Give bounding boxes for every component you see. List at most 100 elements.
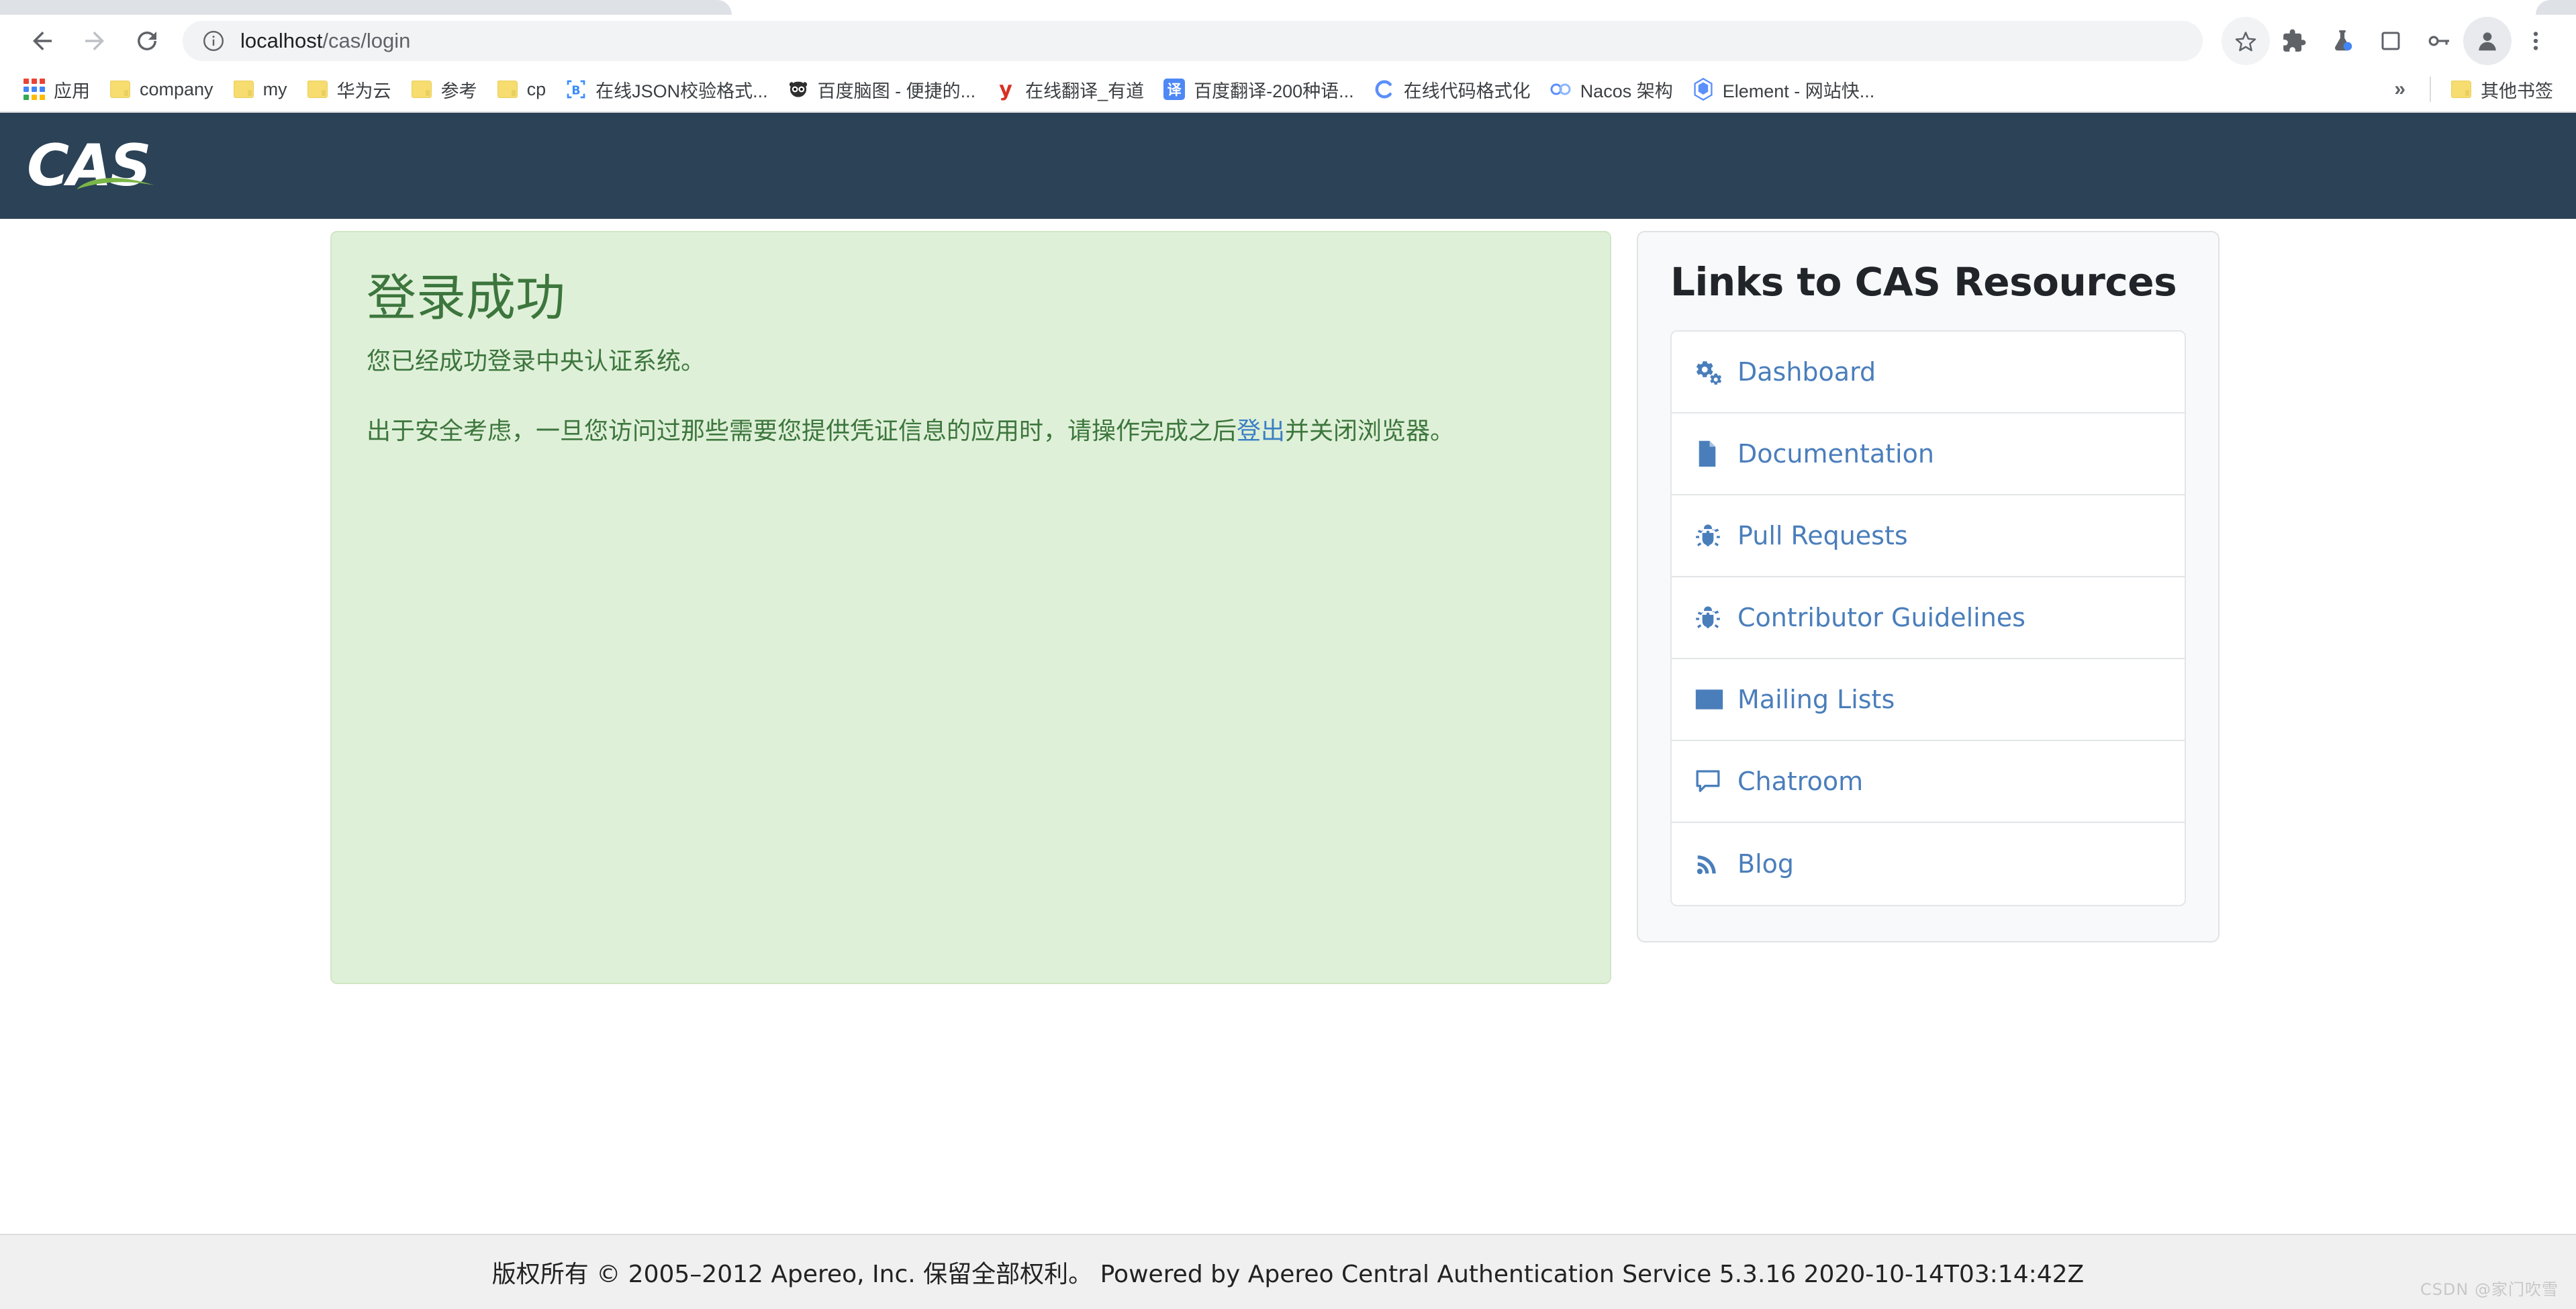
folder-icon	[232, 78, 255, 101]
bejson-b-icon: B	[565, 78, 587, 101]
success-subtitle: 您已经成功登录中央认证系统。	[367, 348, 706, 376]
svg-text:y: y	[999, 78, 1012, 101]
content-area: 登录成功 您已经成功登录中央认证系统。 出于安全考虑，一旦您访问过那些需要您提供…	[0, 219, 2576, 984]
experiments-flask-icon[interactable]	[2318, 17, 2367, 65]
youdao-y-icon: y	[994, 78, 1017, 101]
bookmark-huaweicloud[interactable]: 华为云	[297, 70, 401, 108]
cas-resources-panel: Links to CAS Resources Dashboard Documen…	[1637, 231, 2220, 942]
active-tab[interactable]	[0, 0, 732, 15]
footer-copyright: 版权所有 © 2005–2012 Apereo, Inc. 保留全部权利。 Po…	[491, 1261, 2085, 1288]
resource-link-contributor-guidelines[interactable]: Contributor Guidelines	[1672, 577, 2185, 659]
bookmarks-divider	[2430, 77, 2431, 102]
login-success-panel: 登录成功 您已经成功登录中央认证系统。 出于安全考虑，一旦您访问过那些需要您提供…	[330, 231, 1611, 984]
bookmark-label: 其他书签	[2481, 81, 2553, 101]
bug-icon	[1695, 522, 1732, 550]
extensions-puzzle-icon[interactable]	[2270, 17, 2318, 65]
bookmark-label: 百度翻译-200种语...	[1194, 81, 1354, 101]
security-note-before: 出于安全考虑，一旦您访问过那些需要您提供凭证信息的应用时，请操作完成之后	[367, 418, 1237, 446]
bookmark-label: Element - 网站快...	[1722, 81, 1875, 101]
bookmarks-overflow-button[interactable]: »	[2379, 78, 2420, 101]
code-format-c-icon	[1373, 78, 1396, 101]
tab-strip	[0, 0, 2576, 15]
bookmarks-bar: 应用 company my 华为云 参考 cp B 在线JSON校验格式... …	[0, 67, 2576, 113]
resource-link-mailing-lists[interactable]: Mailing Lists	[1672, 659, 2185, 741]
bookmark-label: 百度脑图 - 便捷的...	[817, 81, 976, 101]
folder-icon	[306, 78, 329, 101]
bookmark-nacos[interactable]: Nacos 架构	[1540, 70, 1682, 108]
file-document-icon	[1695, 440, 1732, 468]
url-path: /cas/login	[322, 29, 411, 52]
bug-icon	[1695, 603, 1732, 632]
bookmark-star-icon[interactable]	[2222, 17, 2270, 65]
comment-outline-icon	[1695, 768, 1732, 795]
cas-logo-text: CAS	[27, 132, 152, 199]
bookmark-company[interactable]: company	[99, 70, 223, 108]
reload-button[interactable]	[121, 15, 173, 67]
bookmark-youdao[interactable]: y 在线翻译_有道	[985, 70, 1153, 108]
tab-strip-right-edge	[2536, 0, 2576, 15]
bookmark-label: 在线代码格式化	[1403, 81, 1531, 101]
resource-link-label: Pull Requests	[1737, 521, 1908, 550]
forward-button[interactable]	[68, 15, 121, 67]
bookmark-label: Nacos 架构	[1580, 81, 1673, 101]
password-key-icon[interactable]	[2415, 17, 2463, 65]
back-button[interactable]	[16, 15, 68, 67]
resource-link-chatroom[interactable]: Chatroom	[1672, 741, 2185, 823]
resource-link-label: Blog	[1737, 849, 1794, 879]
folder-icon	[496, 78, 519, 101]
bookmark-baidu-naotu[interactable]: 百度脑图 - 便捷的...	[777, 70, 986, 108]
resource-link-label: Mailing Lists	[1737, 685, 1895, 714]
envelope-icon	[1695, 688, 1732, 711]
baidu-fanyi-icon: 译	[1163, 78, 1186, 101]
svg-text:B: B	[571, 84, 580, 97]
resource-link-label: Dashboard	[1737, 357, 1876, 387]
chrome-menu-icon[interactable]	[2512, 17, 2560, 65]
page-body: 登录成功 您已经成功登录中央认证系统。 出于安全考虑，一旦您访问过那些需要您提供…	[0, 219, 2576, 1309]
security-note: 出于安全考虑，一旦您访问过那些需要您提供凭证信息的应用时，请操作完成之后登出并关…	[367, 413, 1575, 450]
page-title: 登录成功	[367, 269, 565, 327]
browser-window: localhost/cas/login 应用 company my 华为云 参考…	[0, 0, 2576, 1309]
rss-feed-icon	[1695, 851, 1732, 877]
csdn-watermark: CSDN @家门吹雪	[2420, 1280, 2559, 1299]
bookmark-label: 参考	[440, 81, 477, 101]
bookmark-cp[interactable]: cp	[487, 70, 556, 108]
logout-link[interactable]: 登出	[1237, 418, 1285, 445]
bookmark-reference[interactable]: 参考	[401, 70, 487, 108]
bookmark-code-format[interactable]: 在线代码格式化	[1364, 70, 1540, 108]
bookmark-my[interactable]: my	[223, 70, 297, 108]
bookmark-label: cp	[526, 79, 546, 99]
resource-link-dashboard[interactable]: Dashboard	[1672, 332, 2185, 414]
profile-avatar-icon[interactable]	[2463, 17, 2512, 65]
bookmark-element[interactable]: Element - 网站快...	[1682, 70, 1885, 108]
bookmark-label: my	[263, 79, 287, 99]
cas-resources-list: Dashboard Documentation Pull Requests Co…	[1670, 330, 2186, 906]
bookmark-bejson[interactable]: B 在线JSON校验格式...	[555, 70, 777, 108]
cas-resources-title: Links to CAS Resources	[1670, 259, 2177, 305]
toolbar-icon-group	[2222, 17, 2560, 65]
bookmark-label: 华为云	[336, 81, 391, 101]
folder-icon	[2450, 78, 2473, 101]
bookmark-baidu-fanyi[interactable]: 译 百度翻译-200种语...	[1153, 70, 1364, 108]
bookmark-label: 在线JSON校验格式...	[595, 81, 768, 101]
browser-toolbar: localhost/cas/login	[0, 15, 2576, 67]
bookmark-label: company	[140, 79, 213, 99]
security-note-after: 并关闭浏览器。	[1285, 418, 1455, 446]
baidu-naotu-owl-icon	[787, 78, 810, 101]
cas-header: CAS	[0, 113, 2576, 219]
folder-icon	[109, 78, 132, 101]
address-bar[interactable]: localhost/cas/login	[183, 21, 2203, 61]
apps-grid-icon	[23, 78, 46, 101]
cas-logo[interactable]: CAS	[27, 129, 181, 203]
element-hexagon-icon	[1692, 78, 1715, 101]
info-circle-icon[interactable]	[201, 29, 226, 53]
resource-link-pull-requests[interactable]: Pull Requests	[1672, 495, 2185, 577]
nacos-infinity-icon	[1549, 78, 1572, 101]
side-panel-icon[interactable]	[2367, 17, 2415, 65]
bookmark-apps[interactable]: 应用	[13, 70, 99, 108]
resource-link-label: Contributor Guidelines	[1737, 603, 2025, 632]
resource-link-label: Chatroom	[1737, 767, 1864, 796]
resource-link-blog[interactable]: Blog	[1672, 823, 2185, 905]
bookmark-other-bookmarks[interactable]: 其他书签	[2440, 70, 2563, 108]
resource-link-documentation[interactable]: Documentation	[1672, 414, 2185, 495]
folder-icon	[410, 78, 433, 101]
